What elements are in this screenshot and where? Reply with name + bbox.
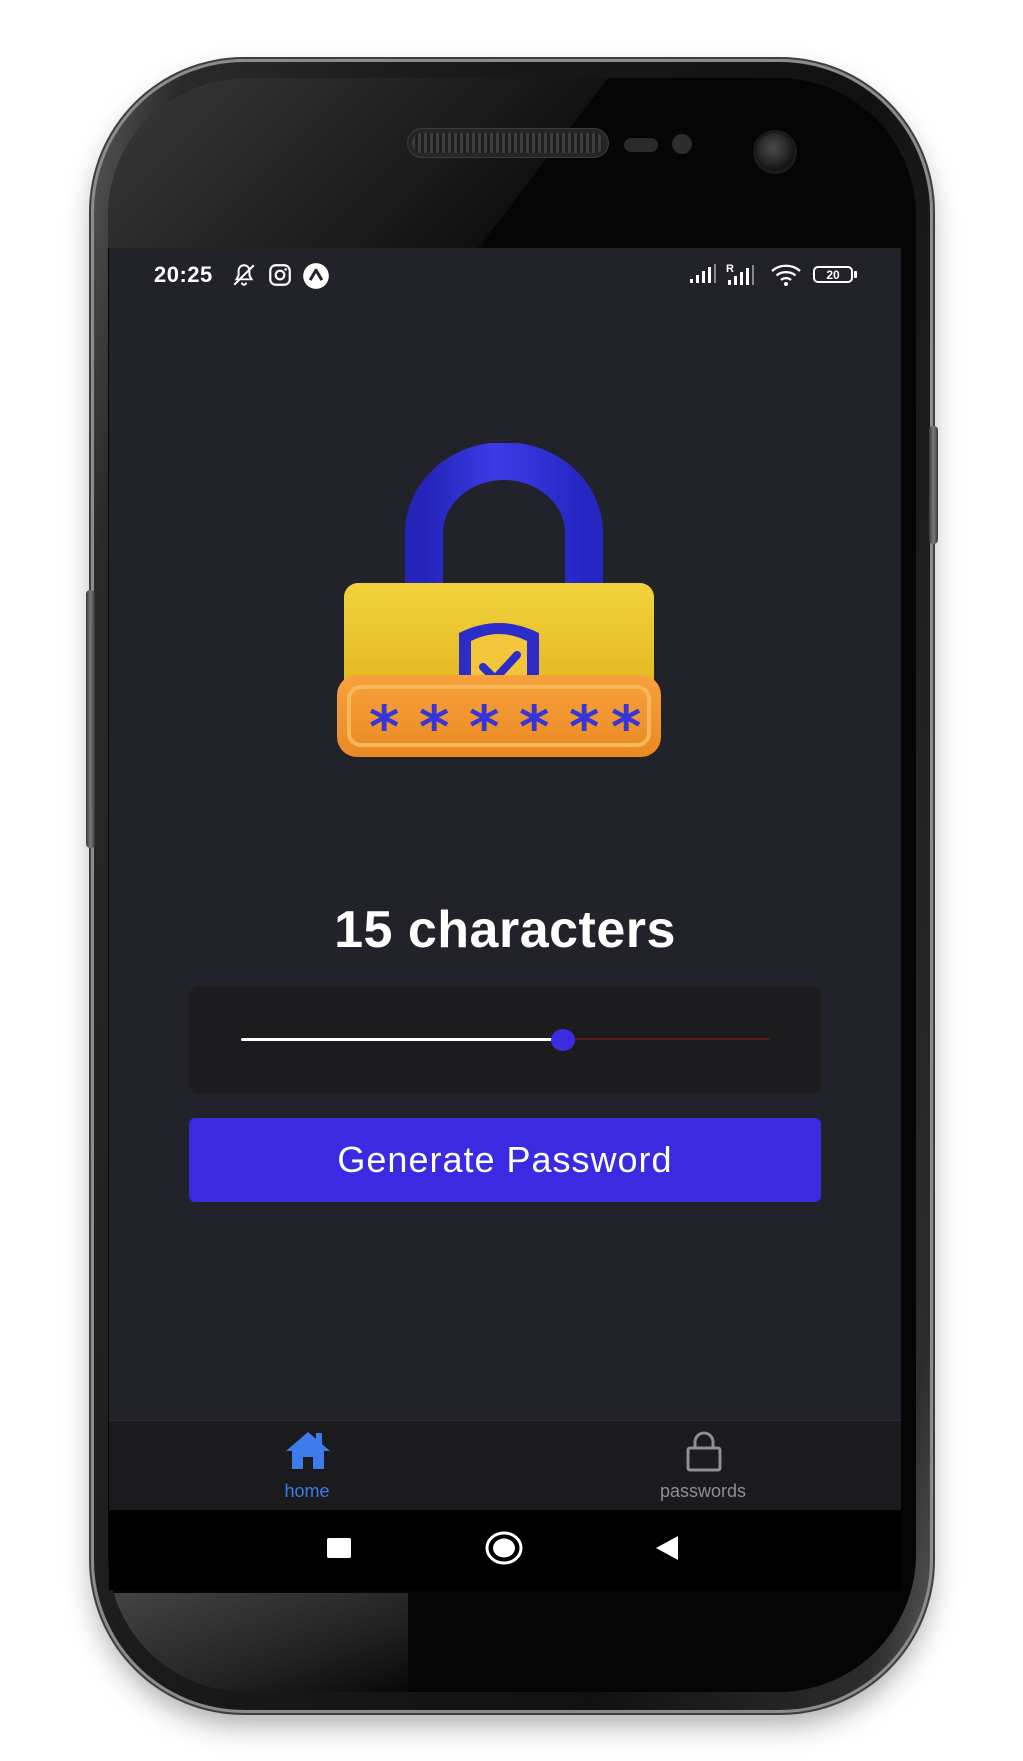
tab-passwords-label: passwords — [659, 1481, 747, 1501]
earpiece-speaker — [412, 133, 604, 153]
app-screen: 20:25 R 20 * * * * * * 15 characters Gen… — [109, 248, 901, 1510]
padlock-icon: * * * * * * — [337, 443, 661, 761]
battery-level: 20 — [826, 267, 840, 282]
status-bar: 20:25 R 20 — [109, 248, 901, 308]
app-notification-icon — [303, 263, 329, 289]
svg-text:*: * — [519, 693, 549, 761]
home-circle-icon[interactable] — [484, 1530, 524, 1566]
svg-text:R: R — [726, 263, 734, 275]
length-slider-card — [189, 986, 821, 1094]
slider-thumb[interactable] — [551, 1029, 575, 1051]
lock-icon — [686, 1431, 722, 1472]
svg-text:*: * — [469, 693, 499, 761]
status-time: 20:25 — [154, 262, 213, 287]
volume-button — [86, 590, 95, 848]
wifi-icon — [771, 264, 801, 286]
tab-passwords[interactable]: passwords — [505, 1421, 901, 1510]
back-icon[interactable] — [654, 1534, 680, 1562]
bottom-tab-bar: home passwords — [109, 1420, 901, 1510]
svg-text:*: * — [611, 693, 641, 761]
system-navigation-bar — [109, 1510, 901, 1590]
light-sensor — [672, 134, 692, 154]
slider-track-filled[interactable] — [241, 1038, 563, 1041]
svg-text:*: * — [419, 693, 449, 761]
battery-icon: 20 — [813, 266, 853, 283]
generate-password-button[interactable]: Generate Password — [189, 1118, 821, 1202]
instagram-icon — [269, 264, 291, 286]
bell-off-icon — [233, 264, 255, 286]
password-length-heading: 15 characters — [334, 901, 676, 959]
front-camera — [756, 133, 794, 171]
battery-tip — [854, 271, 857, 278]
power-button — [929, 426, 938, 544]
slider-track-empty[interactable] — [563, 1038, 769, 1040]
signal-icon — [690, 264, 716, 283]
roaming-signal-icon: R — [726, 263, 754, 285]
svg-text:*: * — [569, 693, 599, 761]
tab-home[interactable]: home — [109, 1421, 505, 1510]
home-icon — [286, 1432, 330, 1469]
proximity-sensor — [624, 138, 658, 152]
tab-home-label: home — [284, 1481, 330, 1501]
svg-text:*: * — [369, 693, 399, 761]
recent-apps-icon[interactable] — [327, 1538, 351, 1558]
